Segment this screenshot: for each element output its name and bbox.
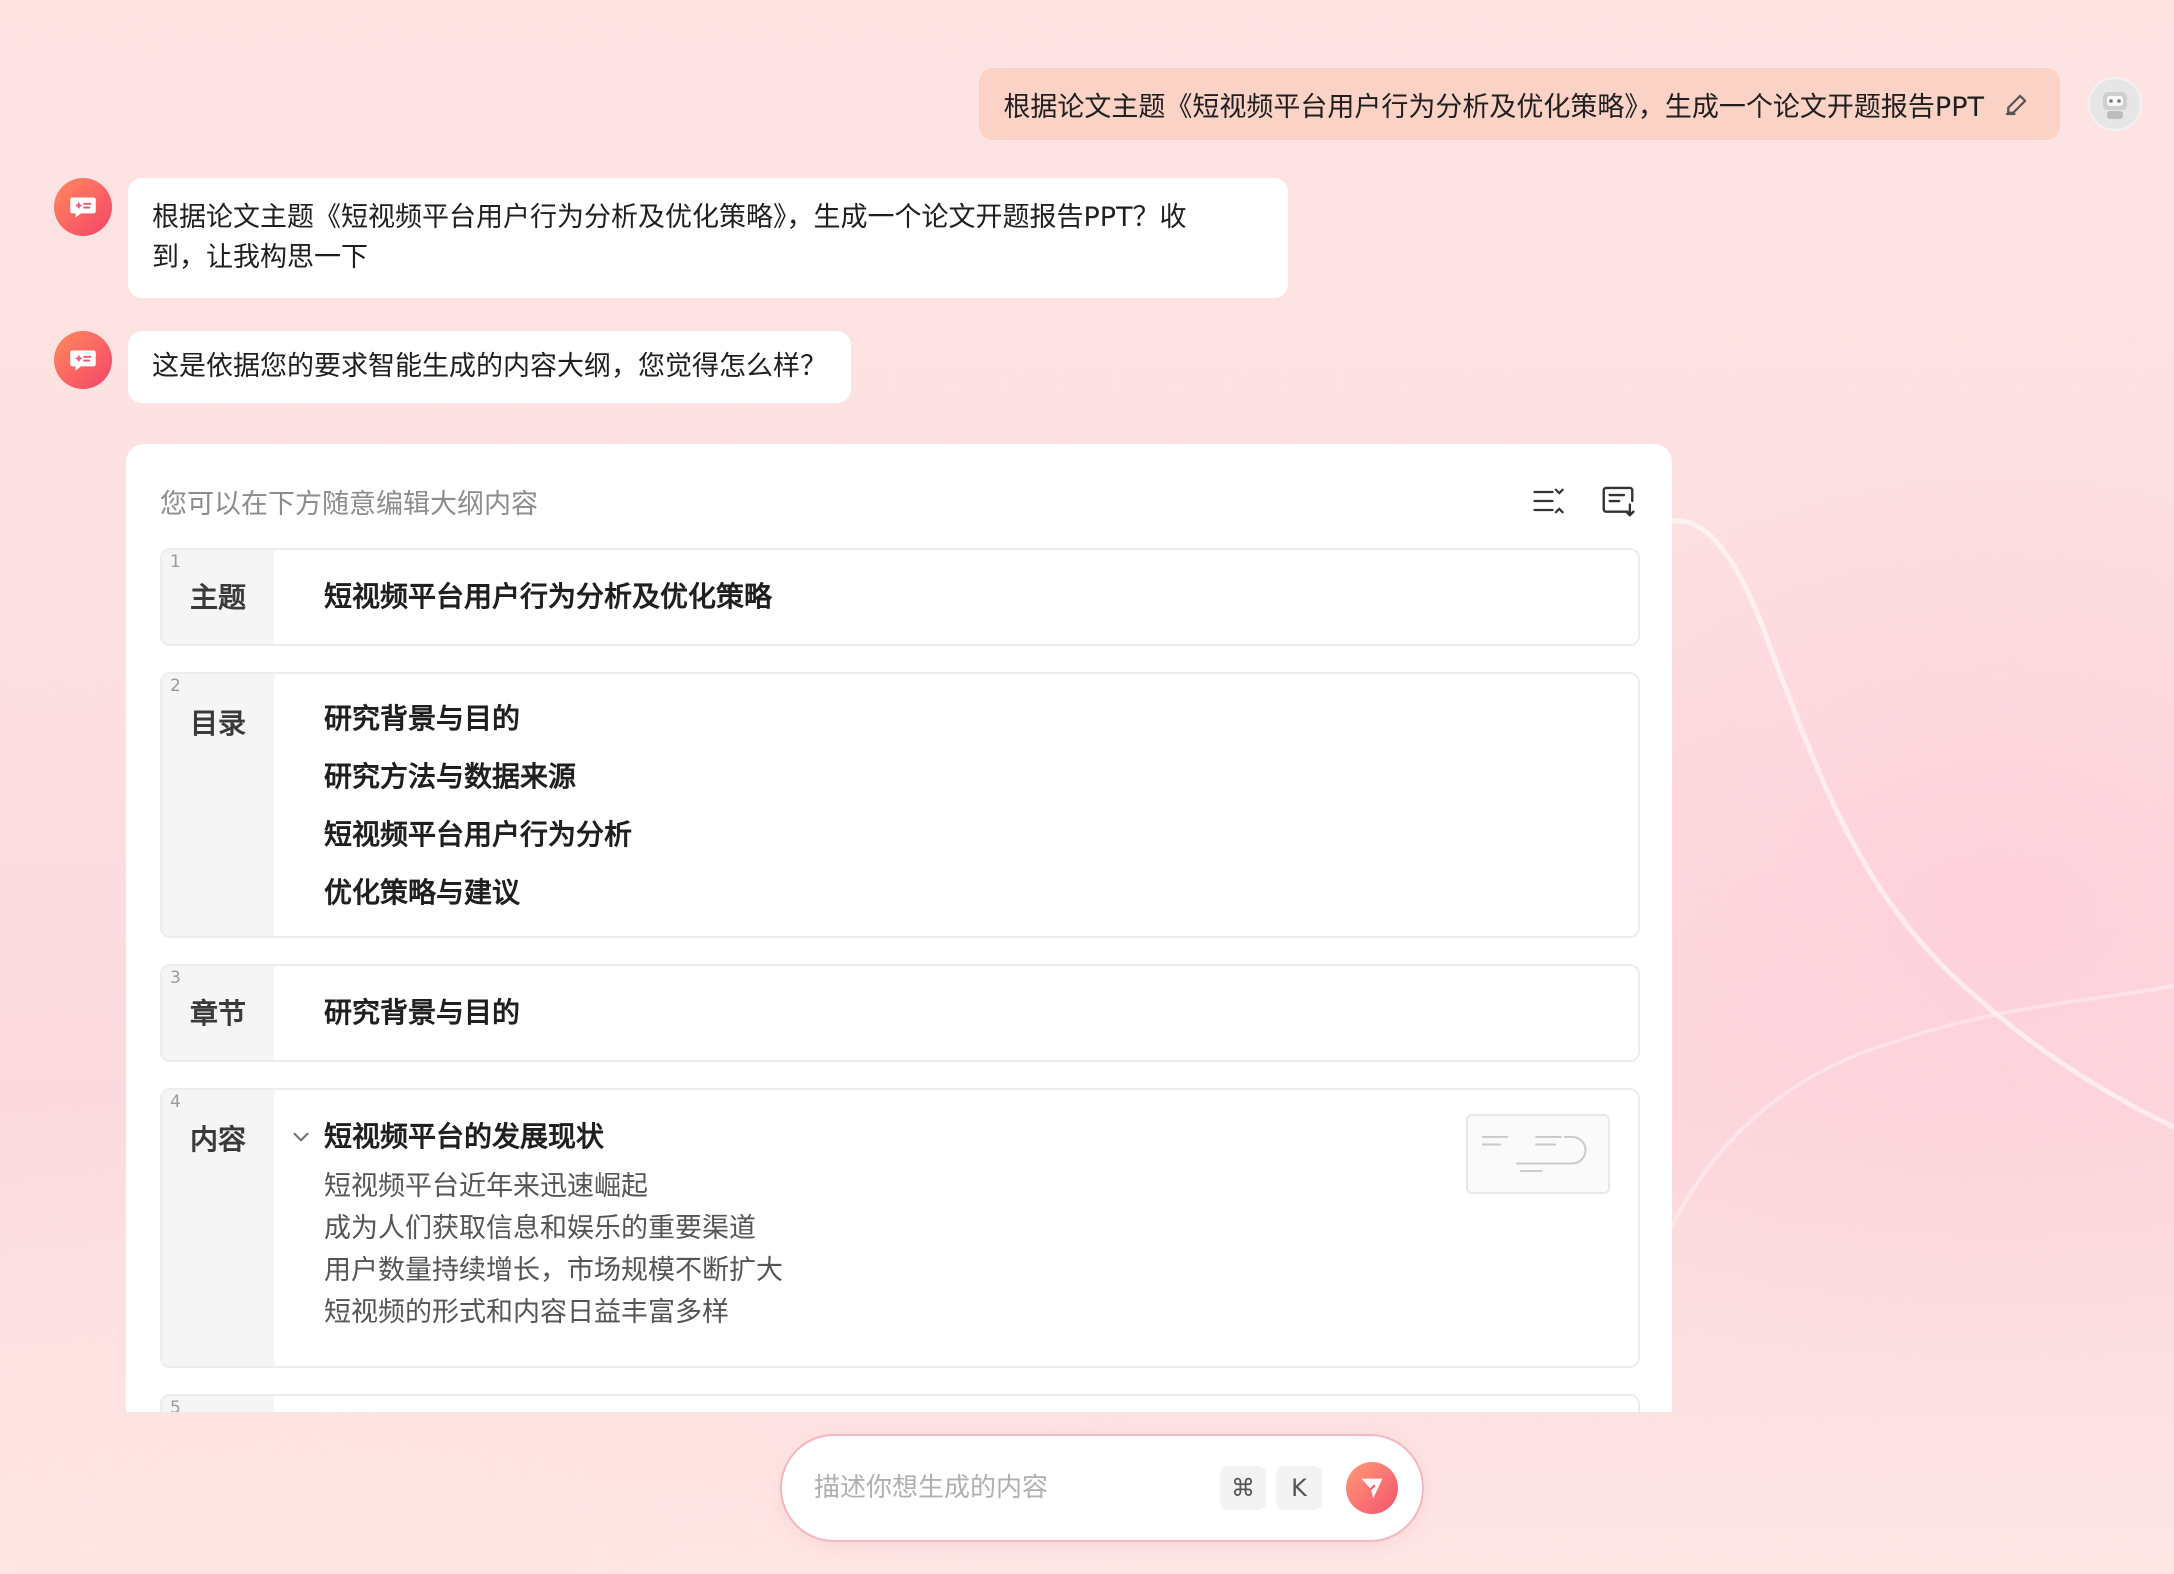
section-line[interactable]: 研究方法与数据来源 xyxy=(324,748,1618,806)
bot-message-line: 根据论文主题《短视频平台用户行为分析及优化策略》，生成一个论文开题报告PPT？收 xyxy=(152,202,1187,233)
section-body: 研究背景与目的 xyxy=(324,984,1618,1042)
background-decoration xyxy=(1618,518,2174,1380)
outline-hint: 您可以在下方随意编辑大纲内容 xyxy=(160,488,538,520)
send-icon[interactable] xyxy=(1346,1462,1398,1514)
content-sub-line[interactable]: 短视频平台近年来迅速崛起 xyxy=(324,1166,1618,1208)
outline-section-topic[interactable]: 1 主题 短视频平台用户行为分析及优化策略 xyxy=(160,548,1640,646)
section-label: 内容 xyxy=(190,1123,247,1156)
kbd-k-key: K xyxy=(1276,1466,1322,1510)
bot-message-bubble: 根据论文主题《短视频平台用户行为分析及优化策略》，生成一个论文开题报告PPT？收… xyxy=(128,178,1288,298)
layout-thumbnail[interactable] xyxy=(1466,1114,1610,1194)
outline-section-next[interactable]: 5 xyxy=(160,1394,1640,1412)
section-body: 短视频平台的发展现状 短视频平台近年来迅速崛起 成为人们获取信息和娱乐的重要渠道… xyxy=(324,1108,1618,1334)
bot-message-row: 根据论文主题《短视频平台用户行为分析及优化策略》，生成一个论文开题报告PPT？收… xyxy=(54,178,1288,298)
prompt-input-bar: ⌘ K xyxy=(780,1434,1424,1542)
bot-message-line: 到，让我构思一下 xyxy=(152,242,368,273)
outline-tools xyxy=(1528,481,1638,521)
section-number: 3 xyxy=(170,968,181,988)
user-message-text: 根据论文主题《短视频平台用户行为分析及优化策略》，生成一个论文开题报告PPT xyxy=(1003,91,1984,123)
section-number: 5 xyxy=(170,1398,181,1412)
robot-avatar-icon xyxy=(2088,77,2142,131)
section-label: 章节 xyxy=(190,997,247,1030)
section-number: 1 xyxy=(170,552,181,572)
outline-section-toc[interactable]: 2 目录 研究背景与目的 研究方法与数据来源 短视频平台用户行为分析 优化策略与… xyxy=(160,672,1640,938)
section-number: 2 xyxy=(170,676,181,696)
content-heading[interactable]: 短视频平台的发展现状 xyxy=(324,1108,1618,1166)
user-message-bubble: 根据论文主题《短视频平台用户行为分析及优化策略》，生成一个论文开题报告PPT xyxy=(979,68,2060,140)
outline-section-chapter[interactable]: 3 章节 研究背景与目的 xyxy=(160,964,1640,1062)
content-sub-line[interactable]: 成为人们获取信息和娱乐的重要渠道 xyxy=(324,1208,1618,1250)
section-body: 短视频平台用户行为分析及优化策略 xyxy=(324,568,1618,626)
section-label: 目录 xyxy=(190,707,247,740)
bot-message-line: 这是依据您的要求智能生成的内容大纲，您觉得怎么样？ xyxy=(152,351,827,382)
collapse-all-icon[interactable] xyxy=(1528,481,1568,521)
section-body: 研究背景与目的 研究方法与数据来源 短视频平台用户行为分析 优化策略与建议 xyxy=(324,690,1618,922)
outline-section-content[interactable]: 4 内容 短视频平台的发展现状 短视频平台近年来迅速崛起 成为人们获取信息和娱乐… xyxy=(160,1088,1640,1368)
outline-card: 您可以在下方随意编辑大纲内容 1 主题 短视频平台用户行为分析及优化策略 2 目… xyxy=(126,444,1672,1412)
export-outline-icon[interactable] xyxy=(1598,481,1638,521)
section-label: 主题 xyxy=(190,581,247,614)
bot-message-bubble: 这是依据您的要求智能生成的内容大纲，您觉得怎么样？ xyxy=(128,331,851,403)
section-line[interactable]: 研究背景与目的 xyxy=(324,690,1618,748)
bot-avatar-icon xyxy=(54,331,112,389)
outline-header: 您可以在下方随意编辑大纲内容 xyxy=(160,476,1638,526)
content-sub-line[interactable]: 用户数量持续增长，市场规模不断扩大 xyxy=(324,1250,1618,1292)
content-sub-line[interactable]: 短视频的形式和内容日益丰富多样 xyxy=(324,1292,1618,1334)
bot-message-row: 这是依据您的要求智能生成的内容大纲，您觉得怎么样？ xyxy=(54,331,851,403)
bot-avatar-icon xyxy=(54,178,112,236)
section-line[interactable]: 短视频平台用户行为分析及优化策略 xyxy=(324,568,1618,626)
chevron-down-icon[interactable] xyxy=(288,1124,314,1150)
pencil-icon[interactable] xyxy=(2002,89,2032,119)
section-line[interactable]: 优化策略与建议 xyxy=(324,864,1618,922)
section-line[interactable]: 短视频平台用户行为分析 xyxy=(324,806,1618,864)
section-line[interactable]: 研究背景与目的 xyxy=(324,984,1618,1042)
kbd-command-key: ⌘ xyxy=(1220,1466,1266,1510)
section-number: 4 xyxy=(170,1092,181,1112)
prompt-input[interactable] xyxy=(814,1473,1210,1503)
user-message-row: 根据论文主题《短视频平台用户行为分析及优化策略》，生成一个论文开题报告PPT xyxy=(979,68,2142,140)
